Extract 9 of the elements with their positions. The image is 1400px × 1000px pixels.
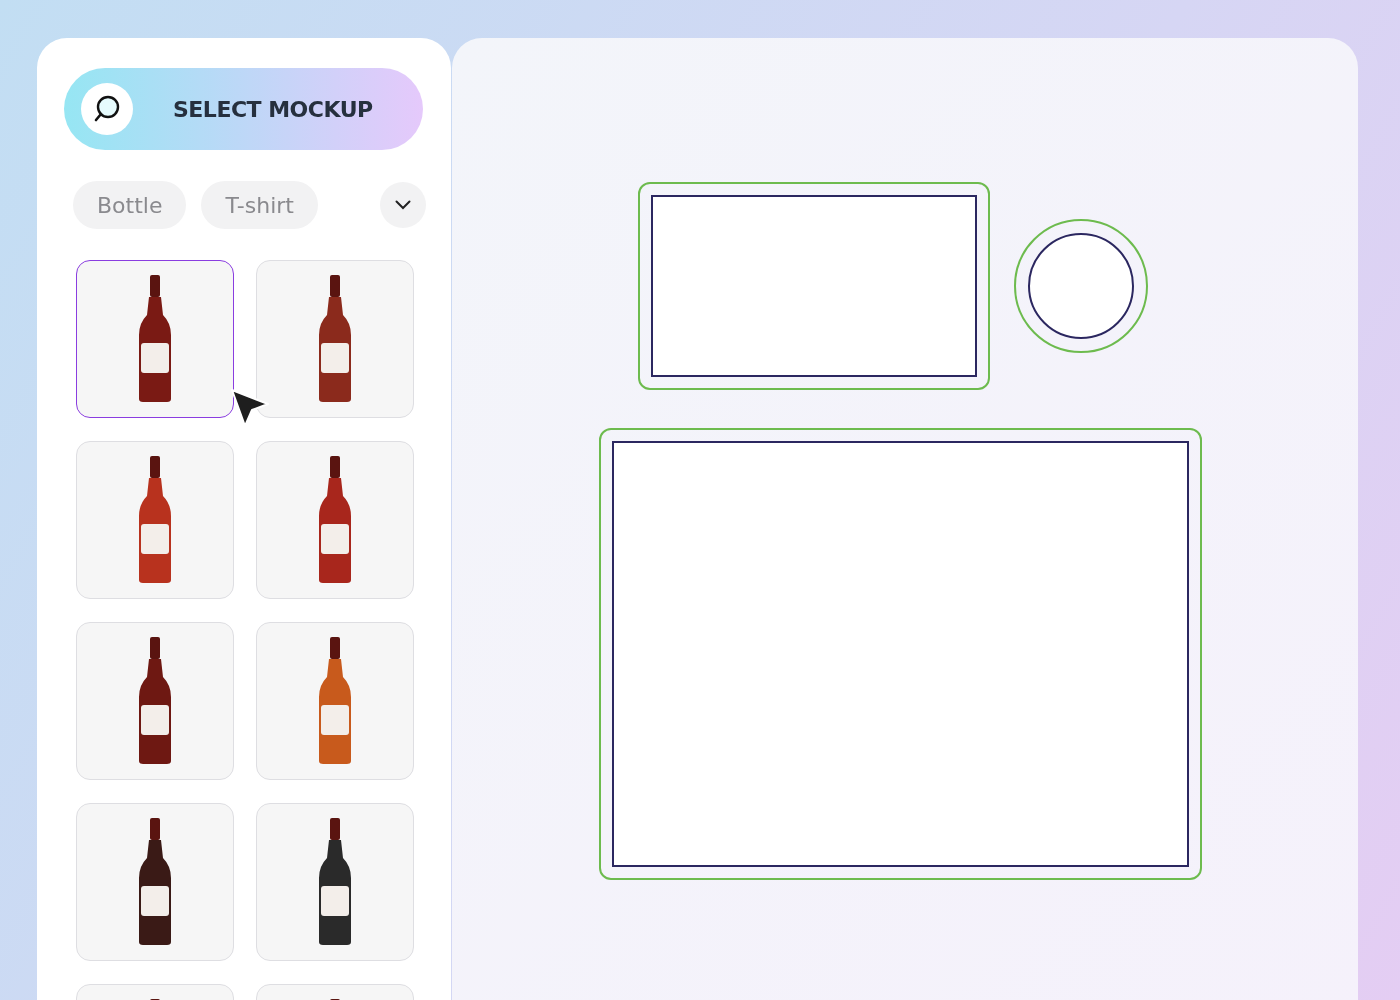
dropdown-button[interactable]: [380, 182, 426, 228]
category-chip[interactable]: T-shirt: [201, 181, 318, 229]
chevron-down-icon: [395, 200, 411, 210]
search-icon: [81, 83, 133, 135]
select-mockup-button[interactable]: SELECT MOCKUP: [64, 68, 423, 150]
circle-frame[interactable]: [1014, 219, 1148, 353]
category-chip[interactable]: Bottle: [73, 181, 187, 229]
rectangle-frame[interactable]: [638, 182, 990, 390]
mockup-thumbnail[interactable]: [76, 260, 234, 418]
